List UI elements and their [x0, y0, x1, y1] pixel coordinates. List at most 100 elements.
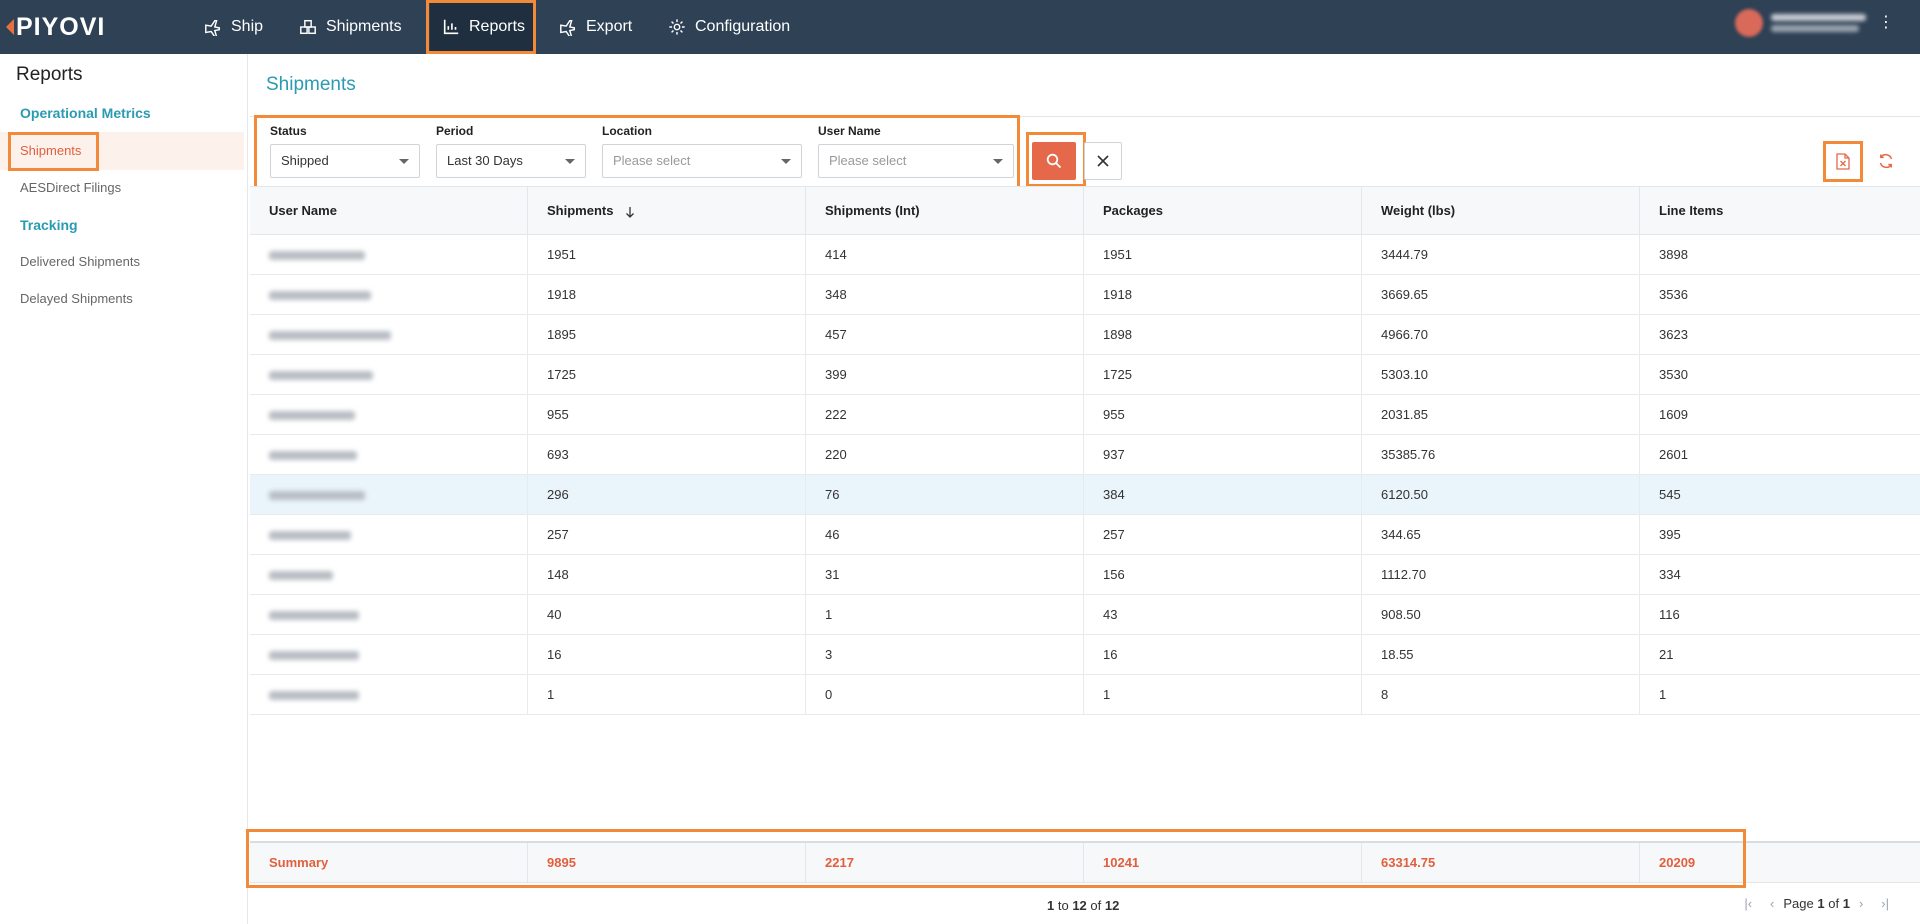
- nav-ship[interactable]: Ship: [204, 2, 263, 52]
- weight-cell: 3669.65: [1362, 275, 1640, 315]
- nav-configuration[interactable]: Configuration: [668, 2, 790, 52]
- nav-reports-label: Reports: [469, 18, 526, 35]
- column-header-weight[interactable]: Weight (lbs): [1362, 187, 1640, 235]
- nav-configuration-label: Configuration: [695, 18, 791, 35]
- shipments-int-cell: 76: [806, 475, 1084, 515]
- shipments-cell: 148: [528, 555, 806, 595]
- packages-cell: 43: [1084, 595, 1362, 635]
- shipments-cell: 40: [528, 595, 806, 635]
- next-page-icon[interactable]: ›: [1859, 896, 1863, 911]
- refresh-icon: [1879, 153, 1893, 169]
- line-items-cell: 334: [1659, 567, 1681, 582]
- nav-export-label: Export: [586, 18, 633, 35]
- status-select[interactable]: Shipped: [270, 144, 420, 178]
- shipments-int-cell: 46: [806, 515, 1084, 555]
- nav-ship-label: Ship: [231, 18, 264, 35]
- weight-cell: 18.55: [1362, 635, 1640, 675]
- column-header-shipments-int[interactable]: Shipments (Int): [806, 187, 1084, 235]
- summary-label: Summary: [250, 843, 528, 883]
- packages-cell: 955: [1084, 395, 1362, 435]
- packages-cell: 1725: [1084, 355, 1362, 395]
- table-row[interactable]: 1725 399 1725 5303.10 3530: [250, 355, 1920, 395]
- status-value: Shipped: [281, 153, 329, 168]
- clear-filters-button[interactable]: [1084, 142, 1122, 180]
- gear-icon: [669, 19, 685, 35]
- column-header-shipments[interactable]: Shipments: [528, 187, 806, 235]
- nav-reports[interactable]: Reports: [430, 2, 534, 52]
- shipments-cell: 1895: [528, 315, 806, 355]
- table-row[interactable]: 693 220 937 35385.76 2601: [250, 435, 1920, 475]
- column-header-line-items[interactable]: Line Items: [1640, 187, 1920, 235]
- table-row[interactable]: 257 46 257 344.65 395: [250, 515, 1920, 555]
- shipments-cell: 16: [528, 635, 806, 675]
- first-page-icon[interactable]: |‹: [1744, 896, 1752, 911]
- weight-cell: 4966.70: [1362, 315, 1640, 355]
- sidebar-item-aesdirect-filings[interactable]: AESDirect Filings: [20, 180, 121, 195]
- title-divider: [250, 116, 1920, 117]
- summary-packages: 10241: [1084, 843, 1362, 883]
- last-page-icon[interactable]: ›|: [1881, 896, 1889, 911]
- sidebar-title: Reports: [16, 64, 83, 85]
- nav-export[interactable]: Export: [559, 2, 632, 52]
- nav-shipments[interactable]: Shipments: [299, 2, 402, 52]
- user-menu[interactable]: ⋮: [1735, 9, 1894, 37]
- shipments-int-cell: 222: [806, 395, 1084, 435]
- pagination-info: 1 to 12 of 12: [1047, 898, 1120, 913]
- sidebar: Reports Operational Metrics Shipments AE…: [0, 54, 248, 924]
- chevron-down-icon: [565, 159, 575, 164]
- user-name-cell: [250, 555, 528, 595]
- shipments-int-cell: 3: [806, 635, 1084, 675]
- kebab-menu-icon[interactable]: ⋮: [1878, 15, 1894, 31]
- shipments-int-cell: 457: [806, 315, 1084, 355]
- table-row-selected[interactable]: 296 76 384 6120.50 545: [250, 475, 1920, 515]
- column-header-user-name[interactable]: User Name: [250, 187, 528, 235]
- sidebar-item-delivered-shipments[interactable]: Delivered Shipments: [20, 254, 140, 269]
- period-select[interactable]: Last 30 Days: [436, 144, 586, 178]
- table-row[interactable]: 1951 414 1951 3444.79 3898: [250, 235, 1920, 275]
- table-row[interactable]: 1918 348 1918 3669.65 3536: [250, 275, 1920, 315]
- refresh-button[interactable]: [1875, 150, 1897, 172]
- location-label: Location: [602, 124, 652, 138]
- table-row[interactable]: 1 0 1 8 1: [250, 675, 1920, 715]
- period-label: Period: [436, 124, 474, 138]
- close-icon: [1097, 155, 1109, 167]
- sidebar-heading-tracking: Tracking: [20, 217, 78, 233]
- sidebar-item-shipments[interactable]: Shipments: [0, 132, 244, 170]
- logo-caret-icon: [6, 19, 14, 35]
- status-label: Status: [270, 124, 307, 138]
- summary-weight: 63314.75: [1362, 843, 1640, 883]
- weight-cell: 2031.85: [1362, 395, 1640, 435]
- shipments-int-cell: 414: [806, 235, 1084, 275]
- user-name-cell: [250, 315, 528, 355]
- location-select[interactable]: Please select: [602, 144, 802, 178]
- pagination-controls: |‹ ‹ Page 1 of 1 › ›|: [1735, 896, 1898, 911]
- user-name-select[interactable]: Please select: [818, 144, 1014, 178]
- sidebar-item-delayed-shipments[interactable]: Delayed Shipments: [20, 291, 133, 306]
- summary-row: Summary 9895 2217 10241 63314.75 20209: [250, 841, 1920, 883]
- plane-icon: [205, 19, 221, 36]
- table-row[interactable]: 16 3 16 18.55 21: [250, 635, 1920, 675]
- table-row[interactable]: 148 31 156 1112.70 334: [250, 555, 1920, 595]
- page-indicator: Page 1 of 1: [1783, 896, 1850, 911]
- table-row[interactable]: 955 222 955 2031.85 1609: [250, 395, 1920, 435]
- line-items-cell: 2601: [1659, 447, 1688, 462]
- line-items-cell: 3536: [1659, 287, 1688, 302]
- search-button[interactable]: [1032, 142, 1076, 180]
- shipments-int-cell: 0: [806, 675, 1084, 715]
- piyovi-logo[interactable]: PIYOVI: [6, 13, 105, 41]
- export-excel-button[interactable]: [1832, 150, 1854, 172]
- user-name-cell: [250, 515, 528, 555]
- period-value: Last 30 Days: [447, 153, 523, 168]
- line-items-cell: 545: [1659, 487, 1681, 502]
- shipments-cell: 1725: [528, 355, 806, 395]
- brand-name: PIYOVI: [16, 12, 106, 41]
- column-header-packages[interactable]: Packages: [1084, 187, 1362, 235]
- weight-cell: 6120.50: [1362, 475, 1640, 515]
- prev-page-icon[interactable]: ‹: [1770, 896, 1774, 911]
- user-name-placeholder: Please select: [829, 153, 907, 168]
- table-row[interactable]: 1895 457 1898 4966.70 3623: [250, 315, 1920, 355]
- weight-cell: 8: [1362, 675, 1640, 715]
- weight-cell: 5303.10: [1362, 355, 1640, 395]
- table-row[interactable]: 40 1 43 908.50 116: [250, 595, 1920, 635]
- line-items-cell: 3623: [1659, 327, 1688, 342]
